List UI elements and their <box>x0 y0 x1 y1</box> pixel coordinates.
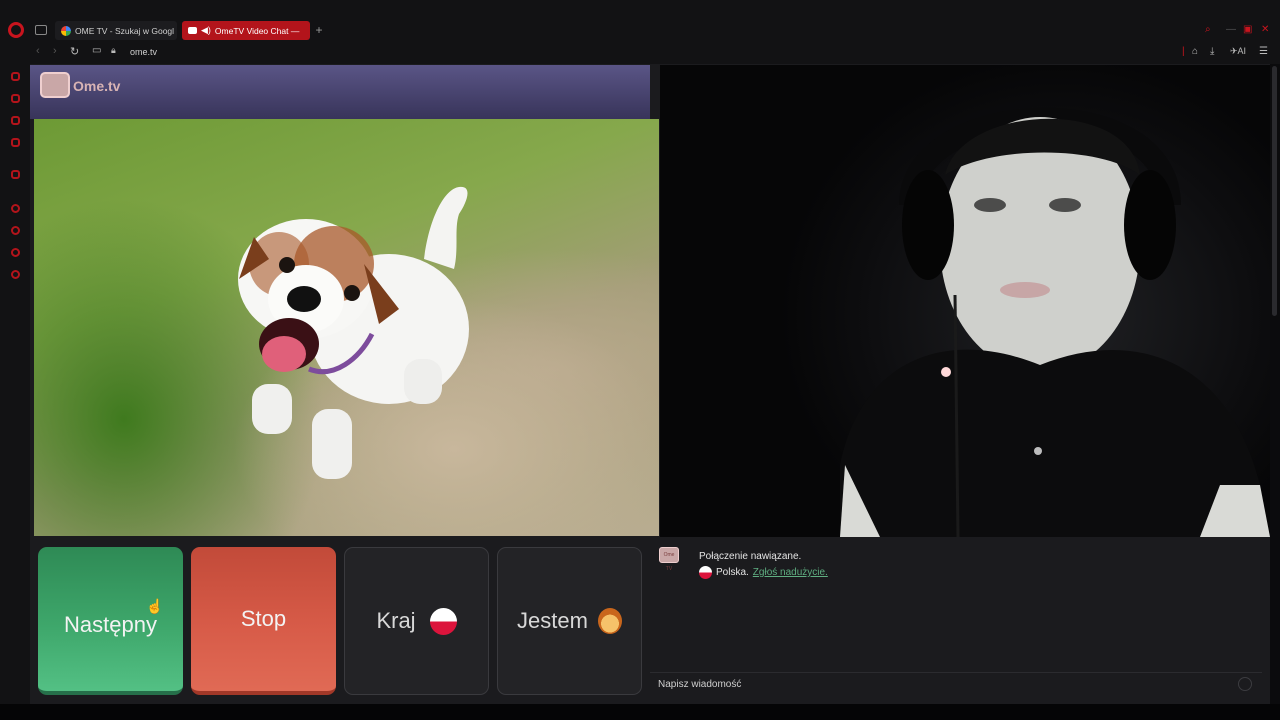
tab-google-search[interactable]: OME TV - Szukaj w Googl <box>55 21 177 40</box>
bottom-edge <box>0 704 1280 720</box>
connection-status-message: Połączenie nawiązane. <box>699 551 802 562</box>
ometv-avatar: Ome TV <box>659 547 679 572</box>
opera-sidebar <box>0 64 30 704</box>
sidebar-clock-icon[interactable] <box>11 248 20 257</box>
next-button[interactable]: Następny <box>38 547 183 695</box>
opera-logo-icon[interactable] <box>8 22 24 38</box>
sidebar-wallet-icon[interactable] <box>11 94 20 103</box>
country-select-button[interactable]: Kraj <box>344 547 489 695</box>
speaker-icon[interactable]: ◀) <box>201 25 211 36</box>
url-text[interactable]: ome.tv <box>130 47 157 57</box>
sidebar-messenger-icon[interactable] <box>11 116 20 125</box>
back-icon[interactable]: ‹ <box>36 45 40 57</box>
country-name: Polska. <box>716 567 749 578</box>
mouse-cursor-icon: ☝ <box>146 598 164 614</box>
tab-label: OmeTV Video Chat — <box>214 25 300 36</box>
stranger-video <box>34 119 659 536</box>
gender-select-button[interactable]: Jestem <box>497 547 642 695</box>
own-webcam-video <box>660 65 1270 537</box>
download-icon[interactable]: ⤓ <box>1210 46 1214 57</box>
dog-image <box>238 186 469 479</box>
camera-icon[interactable]: ▭ <box>92 45 101 56</box>
sidebar-settings-icon[interactable] <box>11 270 20 279</box>
tab-overview-icon[interactable] <box>35 25 47 35</box>
site-logo[interactable]: Ome.tv <box>73 78 120 94</box>
sidebar-player-icon[interactable] <box>11 204 20 213</box>
minimize-icon[interactable]: — <box>1226 24 1236 35</box>
forward-icon[interactable]: › <box>53 45 57 57</box>
next-button-label: Następny <box>64 612 157 637</box>
search-icon[interactable]: ⌕ <box>1205 24 1211 35</box>
webcam-person-image <box>840 107 1270 537</box>
report-abuse-link[interactable]: Zgłoś nadużycie. <box>753 567 828 578</box>
ai-icon: ✈ <box>1230 46 1238 56</box>
divider-icon: | <box>1182 46 1185 57</box>
emoji-picker-icon[interactable] <box>1238 677 1252 691</box>
ometv-favicon-icon <box>188 27 197 34</box>
country-info-message: Polska. Zgłoś nadużycie. <box>699 566 828 579</box>
site-header <box>30 65 650 119</box>
page-scrollbar[interactable] <box>1272 66 1277 316</box>
tab-ometv-active[interactable]: ◀) OmeTV Video Chat — <box>182 21 310 40</box>
country-button-label: Kraj <box>376 608 416 633</box>
sidebar-aria-icon[interactable] <box>11 72 20 81</box>
person-emoji-icon <box>597 608 622 634</box>
ai-label: AI <box>1237 46 1247 56</box>
maximize-icon[interactable]: ▣ <box>1243 24 1252 35</box>
reload-icon[interactable]: ↻ <box>70 45 79 58</box>
profile-icon[interactable]: ⌂ <box>1192 46 1198 57</box>
chat-input-container <box>650 672 1262 696</box>
poland-flag-icon <box>429 607 457 635</box>
lock-icon[interactable]: 🔒︎ <box>111 45 116 56</box>
new-tab-button[interactable]: + <box>312 22 326 38</box>
address-bar <box>0 42 1280 64</box>
tab-label: OME TV - Szukaj w Googl <box>75 25 175 36</box>
chat-message-input[interactable] <box>650 673 1262 696</box>
sidebar-history-icon[interactable] <box>11 226 20 235</box>
ai-button[interactable]: ✈AI <box>1230 46 1246 57</box>
gender-button-label: Jestem <box>517 608 588 633</box>
ometv-logo-icon <box>40 72 70 98</box>
sidebar-telegram-icon[interactable] <box>11 138 20 147</box>
menu-icon[interactable]: ☰ <box>1259 46 1268 57</box>
poland-flag-icon <box>699 566 712 579</box>
sidebar-whatsapp-icon[interactable] <box>11 170 20 179</box>
close-icon[interactable]: ✕ <box>1261 24 1269 35</box>
stop-button[interactable]: Stop <box>191 547 336 695</box>
stop-button-label: Stop <box>240 606 287 631</box>
google-favicon-icon <box>61 25 71 36</box>
